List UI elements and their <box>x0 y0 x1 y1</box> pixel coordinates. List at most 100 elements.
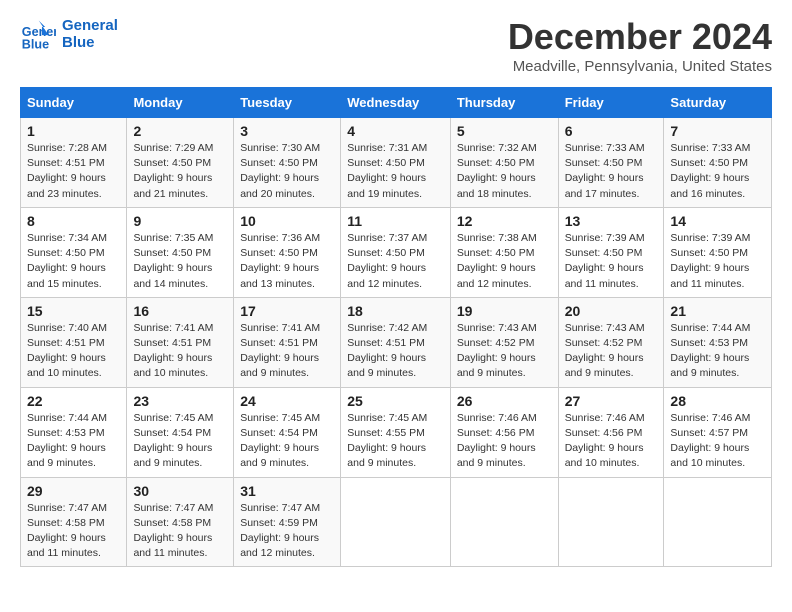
day-number: 14 <box>670 213 765 229</box>
day-cell: 28Sunrise: 7:46 AMSunset: 4:57 PMDayligh… <box>664 387 772 477</box>
day-detail: Sunrise: 7:41 AMSunset: 4:51 PMDaylight:… <box>133 321 227 382</box>
day-number: 31 <box>240 483 334 499</box>
header-wednesday: Wednesday <box>341 88 451 118</box>
day-detail: Sunrise: 7:36 AMSunset: 4:50 PMDaylight:… <box>240 231 334 292</box>
day-cell: 26Sunrise: 7:46 AMSunset: 4:56 PMDayligh… <box>450 387 558 477</box>
day-detail: Sunrise: 7:39 AMSunset: 4:50 PMDaylight:… <box>670 231 765 292</box>
header-friday: Friday <box>558 88 664 118</box>
day-detail: Sunrise: 7:35 AMSunset: 4:50 PMDaylight:… <box>133 231 227 292</box>
day-cell: 11 Sunrise: 7:37 AMSunset: 4:50 PMDayligh… <box>341 207 451 297</box>
day-cell: 30 Sunrise: 7:47 AMSunset: 4:58 PMDayligh… <box>127 477 234 567</box>
day-detail: Sunrise: 7:46 AMSunset: 4:57 PMDaylight:… <box>670 411 765 472</box>
day-detail: Sunrise: 7:43 AMSunset: 4:52 PMDaylight:… <box>565 321 658 382</box>
day-cell <box>341 477 451 567</box>
month-title: December 2024 <box>508 16 772 58</box>
day-cell: 9 Sunrise: 7:35 AMSunset: 4:50 PMDaylight… <box>127 207 234 297</box>
day-number: 3 <box>240 123 334 139</box>
day-detail: Sunrise: 7:46 AMSunset: 4:56 PMDaylight:… <box>457 411 552 472</box>
day-number: 1 <box>27 123 120 139</box>
day-cell: 27Sunrise: 7:46 AMSunset: 4:56 PMDayligh… <box>558 387 664 477</box>
day-detail: Sunrise: 7:44 AMSunset: 4:53 PMDaylight:… <box>27 411 120 472</box>
day-detail: Sunrise: 7:28 AMSunset: 4:51 PMDaylight:… <box>27 141 120 202</box>
day-cell: 13 Sunrise: 7:39 AMSunset: 4:50 PMDayligh… <box>558 207 664 297</box>
day-number: 2 <box>133 123 227 139</box>
header: General Blue General Blue December 2024 … <box>20 16 772 75</box>
day-number: 15 <box>27 303 120 319</box>
day-detail: Sunrise: 7:37 AMSunset: 4:50 PMDaylight:… <box>347 231 444 292</box>
day-number: 23 <box>133 393 227 409</box>
svg-text:Blue: Blue <box>22 37 49 51</box>
day-detail: Sunrise: 7:39 AMSunset: 4:50 PMDaylight:… <box>565 231 658 292</box>
day-number: 16 <box>133 303 227 319</box>
day-detail: Sunrise: 7:47 AMSunset: 4:58 PMDaylight:… <box>27 501 120 562</box>
day-cell: 12Sunrise: 7:38 AMSunset: 4:50 PMDayligh… <box>450 207 558 297</box>
day-detail: Sunrise: 7:33 AMSunset: 4:50 PMDaylight:… <box>670 141 765 202</box>
day-cell: 10 Sunrise: 7:36 AMSunset: 4:50 PMDayligh… <box>234 207 341 297</box>
day-number: 11 <box>347 213 444 229</box>
day-detail: Sunrise: 7:43 AMSunset: 4:52 PMDaylight:… <box>457 321 552 382</box>
day-cell: 24 Sunrise: 7:45 AMSunset: 4:54 PMDayligh… <box>234 387 341 477</box>
day-number: 18 <box>347 303 444 319</box>
day-detail: Sunrise: 7:47 AMSunset: 4:59 PMDaylight:… <box>240 501 334 562</box>
day-cell: 16 Sunrise: 7:41 AMSunset: 4:51 PMDayligh… <box>127 297 234 387</box>
calendar-table: SundayMondayTuesdayWednesdayThursdayFrid… <box>20 87 772 567</box>
day-cell: 2 Sunrise: 7:29 AMSunset: 4:50 PMDaylight… <box>127 118 234 208</box>
day-cell: 3 Sunrise: 7:30 AMSunset: 4:50 PMDaylight… <box>234 118 341 208</box>
day-cell: 18 Sunrise: 7:42 AMSunset: 4:51 PMDayligh… <box>341 297 451 387</box>
day-cell: 23 Sunrise: 7:45 AMSunset: 4:54 PMDayligh… <box>127 387 234 477</box>
day-detail: Sunrise: 7:30 AMSunset: 4:50 PMDaylight:… <box>240 141 334 202</box>
day-detail: Sunrise: 7:42 AMSunset: 4:51 PMDaylight:… <box>347 321 444 382</box>
header-thursday: Thursday <box>450 88 558 118</box>
day-detail: Sunrise: 7:33 AMSunset: 4:50 PMDaylight:… <box>565 141 658 202</box>
day-cell: 31 Sunrise: 7:47 AMSunset: 4:59 PMDayligh… <box>234 477 341 567</box>
day-cell: 1 Sunrise: 7:28 AMSunset: 4:51 PMDaylight… <box>21 118 127 208</box>
day-detail: Sunrise: 7:47 AMSunset: 4:58 PMDaylight:… <box>133 501 227 562</box>
day-cell <box>558 477 664 567</box>
day-number: 29 <box>27 483 120 499</box>
day-number: 30 <box>133 483 227 499</box>
day-detail: Sunrise: 7:41 AMSunset: 4:51 PMDaylight:… <box>240 321 334 382</box>
day-cell <box>450 477 558 567</box>
day-cell: 20 Sunrise: 7:43 AMSunset: 4:52 PMDayligh… <box>558 297 664 387</box>
day-number: 19 <box>457 303 552 319</box>
day-cell <box>664 477 772 567</box>
day-detail: Sunrise: 7:45 AMSunset: 4:55 PMDaylight:… <box>347 411 444 472</box>
week-row-5: 29 Sunrise: 7:47 AMSunset: 4:58 PMDayligh… <box>21 477 772 567</box>
header-sunday: Sunday <box>21 88 127 118</box>
day-detail: Sunrise: 7:29 AMSunset: 4:50 PMDaylight:… <box>133 141 227 202</box>
day-detail: Sunrise: 7:45 AMSunset: 4:54 PMDaylight:… <box>133 411 227 472</box>
day-number: 21 <box>670 303 765 319</box>
day-detail: Sunrise: 7:38 AMSunset: 4:50 PMDaylight:… <box>457 231 552 292</box>
logo-icon: General Blue <box>20 16 56 52</box>
day-number: 9 <box>133 213 227 229</box>
day-number: 4 <box>347 123 444 139</box>
day-cell: 21Sunrise: 7:44 AMSunset: 4:53 PMDayligh… <box>664 297 772 387</box>
day-cell: 29 Sunrise: 7:47 AMSunset: 4:58 PMDayligh… <box>21 477 127 567</box>
week-row-3: 15Sunrise: 7:40 AMSunset: 4:51 PMDayligh… <box>21 297 772 387</box>
day-cell: 17Sunrise: 7:41 AMSunset: 4:51 PMDayligh… <box>234 297 341 387</box>
day-number: 6 <box>565 123 658 139</box>
day-cell: 15Sunrise: 7:40 AMSunset: 4:51 PMDayligh… <box>21 297 127 387</box>
day-cell: 8Sunrise: 7:34 AMSunset: 4:50 PMDaylight… <box>21 207 127 297</box>
header-monday: Monday <box>127 88 234 118</box>
day-number: 24 <box>240 393 334 409</box>
day-number: 13 <box>565 213 658 229</box>
day-detail: Sunrise: 7:34 AMSunset: 4:50 PMDaylight:… <box>27 231 120 292</box>
day-detail: Sunrise: 7:32 AMSunset: 4:50 PMDaylight:… <box>457 141 552 202</box>
day-cell: 5Sunrise: 7:32 AMSunset: 4:50 PMDaylight… <box>450 118 558 208</box>
day-cell: 14 Sunrise: 7:39 AMSunset: 4:50 PMDayligh… <box>664 207 772 297</box>
calendar-header-row: SundayMondayTuesdayWednesdayThursdayFrid… <box>21 88 772 118</box>
day-number: 22 <box>27 393 120 409</box>
day-detail: Sunrise: 7:45 AMSunset: 4:54 PMDaylight:… <box>240 411 334 472</box>
day-cell: 6 Sunrise: 7:33 AMSunset: 4:50 PMDaylight… <box>558 118 664 208</box>
day-cell: 4Sunrise: 7:31 AMSunset: 4:50 PMDaylight… <box>341 118 451 208</box>
logo-blue: Blue <box>62 34 118 51</box>
day-cell: 25 Sunrise: 7:45 AMSunset: 4:55 PMDayligh… <box>341 387 451 477</box>
day-number: 20 <box>565 303 658 319</box>
day-cell: 22 Sunrise: 7:44 AMSunset: 4:53 PMDayligh… <box>21 387 127 477</box>
day-detail: Sunrise: 7:46 AMSunset: 4:56 PMDaylight:… <box>565 411 658 472</box>
day-cell: 19 Sunrise: 7:43 AMSunset: 4:52 PMDayligh… <box>450 297 558 387</box>
day-number: 10 <box>240 213 334 229</box>
day-number: 25 <box>347 393 444 409</box>
week-row-1: 1 Sunrise: 7:28 AMSunset: 4:51 PMDaylight… <box>21 118 772 208</box>
